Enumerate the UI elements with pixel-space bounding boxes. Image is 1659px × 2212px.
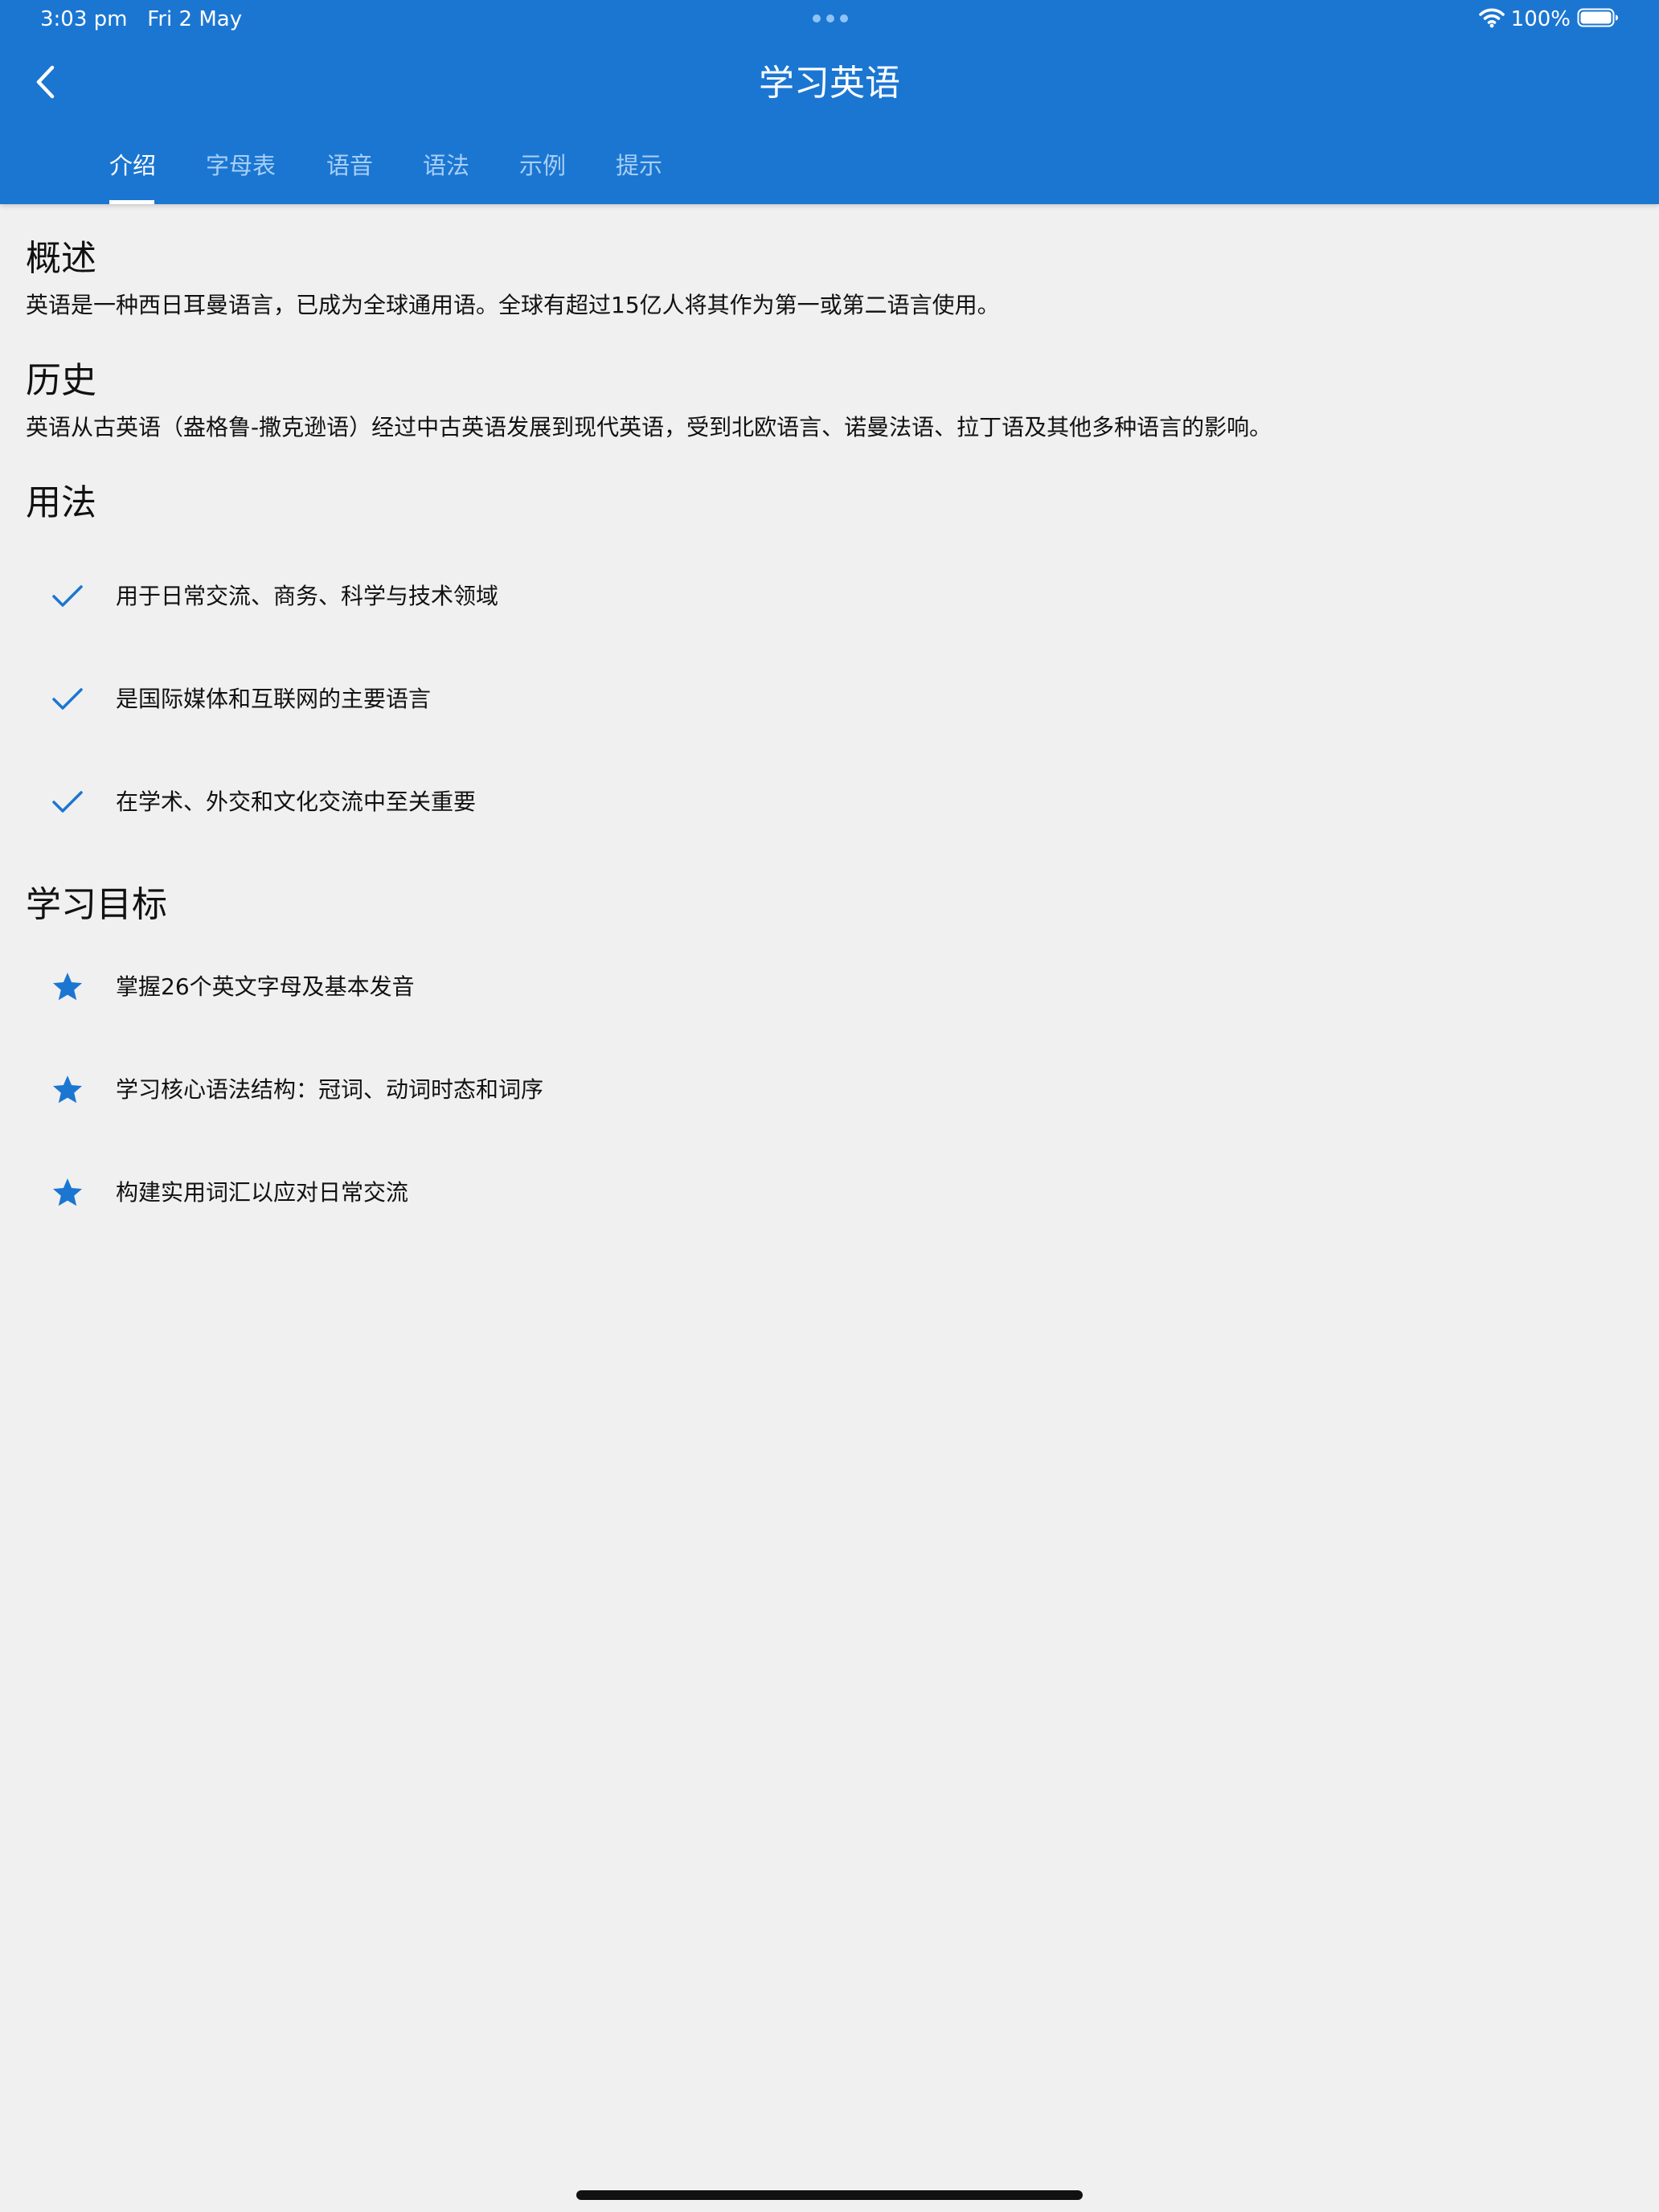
tab-label: 字母表 — [206, 152, 276, 179]
app-bar: 3:03 pm Fri 2 May 100% 学习英语 介绍 字母表 语音 语法… — [0, 0, 1659, 204]
list-item: 在学术、外交和文化交流中至关重要 — [26, 751, 1633, 854]
section-title-overview: 概述 — [26, 238, 96, 279]
star-icon — [50, 1072, 85, 1108]
tab-label: 语法 — [423, 152, 470, 179]
content-area: 概述 英语是一种西日耳曼语言，已成为全球通用语。全球有超过15亿人将其作为第一或… — [26, 233, 1633, 1244]
checkmark-icon — [50, 784, 85, 820]
battery-percentage: 100% — [1510, 7, 1571, 31]
checkmark-icon — [50, 579, 85, 614]
home-indicator[interactable] — [576, 2190, 1083, 2200]
list-item: 掌握26个英文字母及基本发音 — [26, 936, 1633, 1038]
status-date: Fri 2 May — [147, 7, 243, 31]
tab-bar: 介绍 字母表 语音 语法 示例 提示 — [0, 141, 1659, 204]
list-item-text: 用于日常交流、商务、科学与技术领域 — [116, 583, 499, 609]
list-item: 用于日常交流、商务、科学与技术领域 — [26, 545, 1633, 648]
list-item-text: 构建实用词汇以应对日常交流 — [116, 1179, 409, 1206]
status-bar-indicators: 100% — [1478, 5, 1619, 34]
history-text: 英语从古英语（盎格鲁-撒克逊语）经过中古英语发展到现代英语，受到北欧语言、诺曼法… — [26, 414, 1272, 440]
tab-grammar[interactable]: 语法 — [423, 141, 469, 204]
tab-alphabet[interactable]: 字母表 — [206, 141, 276, 204]
wifi-icon — [1478, 7, 1505, 31]
section-title-history: 历史 — [26, 360, 96, 401]
tab-label: 提示 — [616, 152, 663, 179]
list-item: 构建实用词汇以应对日常交流 — [26, 1141, 1633, 1244]
goals-list: 掌握26个英文字母及基本发音 学习核心语法结构：冠词、动词时态和词序 构建实用词… — [26, 936, 1633, 1244]
tab-pronunciation[interactable]: 语音 — [326, 141, 373, 204]
tab-tips[interactable]: 提示 — [616, 141, 662, 204]
list-item-text: 是国际媒体和互联网的主要语言 — [116, 686, 432, 712]
star-icon — [50, 969, 85, 1005]
active-tab-indicator — [109, 200, 154, 204]
page-title: 学习英语 — [759, 63, 900, 104]
tab-label: 示例 — [519, 152, 567, 179]
tab-examples[interactable]: 示例 — [519, 141, 566, 204]
tab-label: 介绍 — [109, 152, 157, 179]
usage-list: 用于日常交流、商务、科学与技术领域 是国际媒体和互联网的主要语言 在学术、外交和… — [26, 545, 1633, 854]
section-title-usage: 用法 — [26, 482, 96, 523]
dot — [813, 14, 821, 23]
tab-intro[interactable]: 介绍 — [109, 141, 156, 204]
list-item-text: 学习核心语法结构：冠词、动词时态和词序 — [116, 1076, 544, 1103]
checkmark-icon — [50, 682, 85, 717]
list-item: 学习核心语法结构：冠词、动词时态和词序 — [26, 1038, 1633, 1141]
status-time: 3:03 pm — [40, 7, 128, 31]
section-title-goals: 学习目标 — [26, 884, 167, 925]
dot — [840, 14, 848, 23]
dot — [826, 14, 834, 23]
star-icon — [50, 1175, 85, 1210]
list-item-text: 在学术、外交和文化交流中至关重要 — [116, 789, 477, 815]
tab-label: 语音 — [326, 152, 374, 179]
battery-icon — [1577, 7, 1619, 31]
list-item: 是国际媒体和互联网的主要语言 — [26, 648, 1633, 751]
list-item-text: 掌握26个英文字母及基本发音 — [116, 973, 415, 1000]
ellipsis-dots-icon[interactable] — [813, 14, 848, 23]
status-bar-time: 3:03 pm Fri 2 May — [40, 5, 242, 34]
overview-text: 英语是一种西日耳曼语言，已成为全球通用语。全球有超过15亿人将其作为第一或第二语… — [26, 292, 1000, 318]
